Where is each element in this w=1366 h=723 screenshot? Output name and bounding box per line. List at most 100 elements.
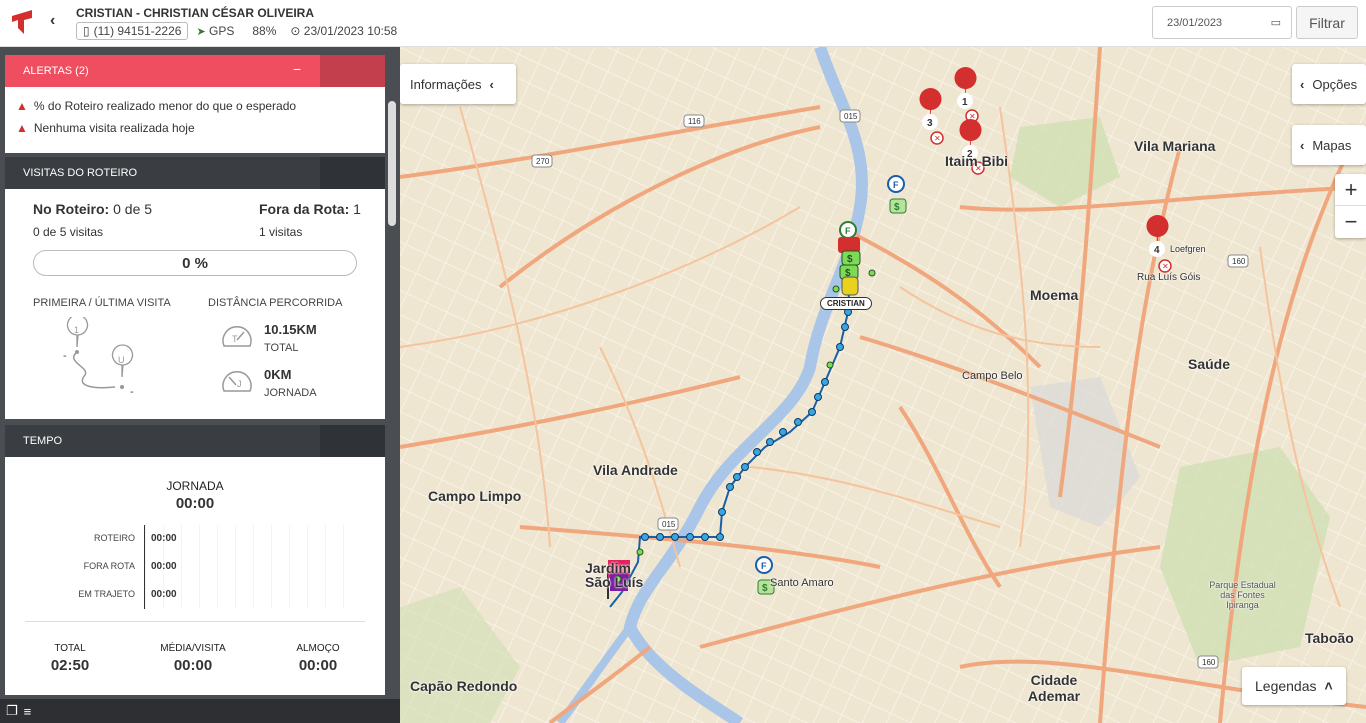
tempo-title: TEMPO	[23, 435, 63, 447]
fora-rota: Fora da Rota: 1	[259, 201, 361, 217]
panel-scrollbar[interactable]	[388, 101, 396, 226]
maps-button[interactable]: ‹ Mapas	[1292, 125, 1366, 165]
svg-text:$: $	[894, 202, 900, 213]
page-title: CRISTIAN - CHRISTIAN CÉSAR OLIVEIRA	[76, 6, 315, 20]
svg-text:160: 160	[1202, 658, 1216, 667]
zoom-out-button[interactable]: −	[1335, 206, 1366, 238]
jornada-label: JORNADA	[166, 479, 224, 493]
jornada-time: 00:00	[175, 495, 215, 512]
place-jardim-sao-luis: Jardim São Luís	[585, 560, 644, 590]
em-trajeto-time: 00:00	[151, 589, 177, 600]
phone-badge: ▯ (11) 94151-2226	[76, 22, 189, 40]
gps-label: GPS	[209, 24, 235, 38]
no-roteiro-label: No Roteiro:	[33, 201, 110, 217]
place-capao-redondo: Capão Redondo	[410, 678, 518, 694]
legend-button-label: Legendas	[1255, 678, 1317, 694]
place-saude: Saúde	[1188, 356, 1231, 372]
divider	[25, 621, 365, 622]
info-button-label: Informações	[410, 76, 482, 92]
em-trajeto-label: EM TRAJETO	[78, 589, 135, 599]
back-arrow-icon[interactable]: ‹	[50, 12, 55, 30]
alert-item: ▲ Nenhuma visita realizada hoje	[5, 117, 385, 139]
menu-icon[interactable]: ≡	[24, 704, 32, 719]
svg-text:116: 116	[688, 117, 701, 126]
top-bar: ‹ CRISTIAN - CHRISTIAN CÉSAR OLIVEIRA ▯ …	[0, 0, 1366, 47]
chevron-left-icon: ‹	[1300, 76, 1305, 92]
jornada-distance-label: JORNADA	[264, 387, 317, 399]
progress-bar: 0 %	[33, 250, 357, 276]
warning-icon: ▲	[16, 99, 28, 113]
svg-text:270: 270	[536, 157, 550, 166]
map-canvas[interactable]: 015 116 270 015 160 160 F $ $ F $ F $ 1 …	[400, 47, 1366, 723]
svg-text:J: J	[237, 379, 242, 389]
place-vila-mariana: Vila Mariana	[1134, 138, 1216, 154]
legend-button[interactable]: Legendas ˄	[1242, 667, 1346, 705]
place-santo-amaro: Santo Amaro	[770, 577, 834, 589]
info-button[interactable]: Informações ‹	[400, 64, 516, 104]
first-last-label: PRIMEIRA / ÚLTIMA VISITA	[33, 297, 171, 309]
alert-item: ▲ % do Roteiro realizado menor do que o …	[5, 95, 385, 117]
svg-text:015: 015	[844, 112, 858, 121]
bottom-toolbar: ❐ ≡	[0, 699, 400, 723]
almoco-label: ALMOÇO	[296, 643, 340, 654]
timestamp-text: 23/01/2023 10:58	[303, 24, 398, 38]
collapse-icon[interactable]: −	[293, 61, 301, 77]
speedometer-total-icon: T	[222, 326, 252, 347]
svg-text:$: $	[762, 583, 768, 594]
fora-rota-label: FORA ROTA	[83, 561, 135, 571]
date-value: 23/01/2023	[1167, 16, 1223, 29]
map-view[interactable]: 015 116 270 015 160 160 F $ $ F $ F $ 1 …	[400, 47, 1366, 723]
chevron-up-icon: ˄	[1324, 678, 1333, 694]
fora-sub: 1 visitas	[259, 225, 303, 239]
svg-text:3: 3	[927, 118, 933, 129]
total-distance: 10.15KM	[264, 322, 317, 337]
app-logo	[12, 10, 32, 34]
almoco-time: 00:00	[298, 657, 338, 674]
place-moema: Moema	[1030, 287, 1079, 303]
roteiro-time: 00:00	[151, 533, 177, 544]
alerts-header[interactable]: ALERTAS (2) −	[5, 55, 385, 87]
timestamp: ⊙ 23/01/2023 10:58	[290, 24, 397, 38]
alerts-title: ALERTAS (2)	[23, 65, 89, 77]
alerts-panel: ALERTAS (2) − ▲ % do Roteiro realizado m…	[5, 55, 385, 153]
window-icon[interactable]: ❐	[6, 703, 18, 719]
date-input[interactable]: 23/01/2023 ▭	[1152, 6, 1292, 39]
svg-text:160: 160	[1232, 257, 1246, 266]
total-time: 02:50	[50, 657, 90, 674]
calendar-icon[interactable]: ▭	[1271, 16, 1281, 29]
warning-icon: ▲	[16, 121, 28, 135]
vehicle-label[interactable]: CRISTIAN	[820, 297, 872, 310]
media-label: MÉDIA/VISITA	[160, 643, 226, 654]
route-pins-icon: 1 U	[66, 317, 134, 389]
svg-text:015: 015	[662, 520, 676, 529]
zoom-in-button[interactable]: +	[1335, 174, 1366, 206]
svg-text:U: U	[118, 355, 125, 365]
place-cidade-ademar: Cidade Ademar	[1027, 672, 1081, 704]
place-vila-andrade: Vila Andrade	[593, 462, 678, 478]
street-loefgren: Loefgren	[1170, 244, 1206, 254]
no-roteiro-sub: 0 de 5 visitas	[33, 225, 104, 239]
tempo-header[interactable]: TEMPO	[5, 425, 385, 457]
street-rua-luis-gois: Rua Luís Góis	[1137, 272, 1201, 283]
speedometer-jornada-icon: J	[222, 371, 252, 392]
no-roteiro-value: 0 de 5	[113, 201, 153, 217]
phone-number: (11) 94151-2226	[93, 24, 182, 38]
svg-text:F: F	[893, 180, 899, 190]
fora-rota-time: 00:00	[151, 561, 177, 572]
alert-text: Nenhuma visita realizada hoje	[33, 121, 195, 135]
gps-arrow-icon: ➤	[196, 26, 206, 38]
chevron-left-icon: ‹	[489, 76, 494, 92]
place-campo-limpo: Campo Limpo	[428, 488, 522, 504]
zoom-controls: + −	[1335, 174, 1366, 238]
filter-button[interactable]: Filtrar	[1296, 6, 1358, 39]
options-button[interactable]: ‹ Opções	[1292, 64, 1366, 104]
phone-icon: ▯	[83, 24, 90, 38]
visits-header[interactable]: VISITAS DO ROTEIRO	[5, 157, 385, 189]
svg-text:$: $	[847, 254, 853, 265]
svg-text:1: 1	[74, 325, 79, 335]
svg-text:F: F	[845, 226, 851, 236]
visits-panel: VISITAS DO ROTEIRO No Roteiro: 0 de 5 0 …	[5, 157, 385, 419]
roteiro-label: ROTEIRO	[93, 533, 135, 543]
total-label: TOTAL	[54, 643, 86, 654]
place-parque: Parque Estadual das Fontes Ipiranga	[1209, 580, 1276, 610]
